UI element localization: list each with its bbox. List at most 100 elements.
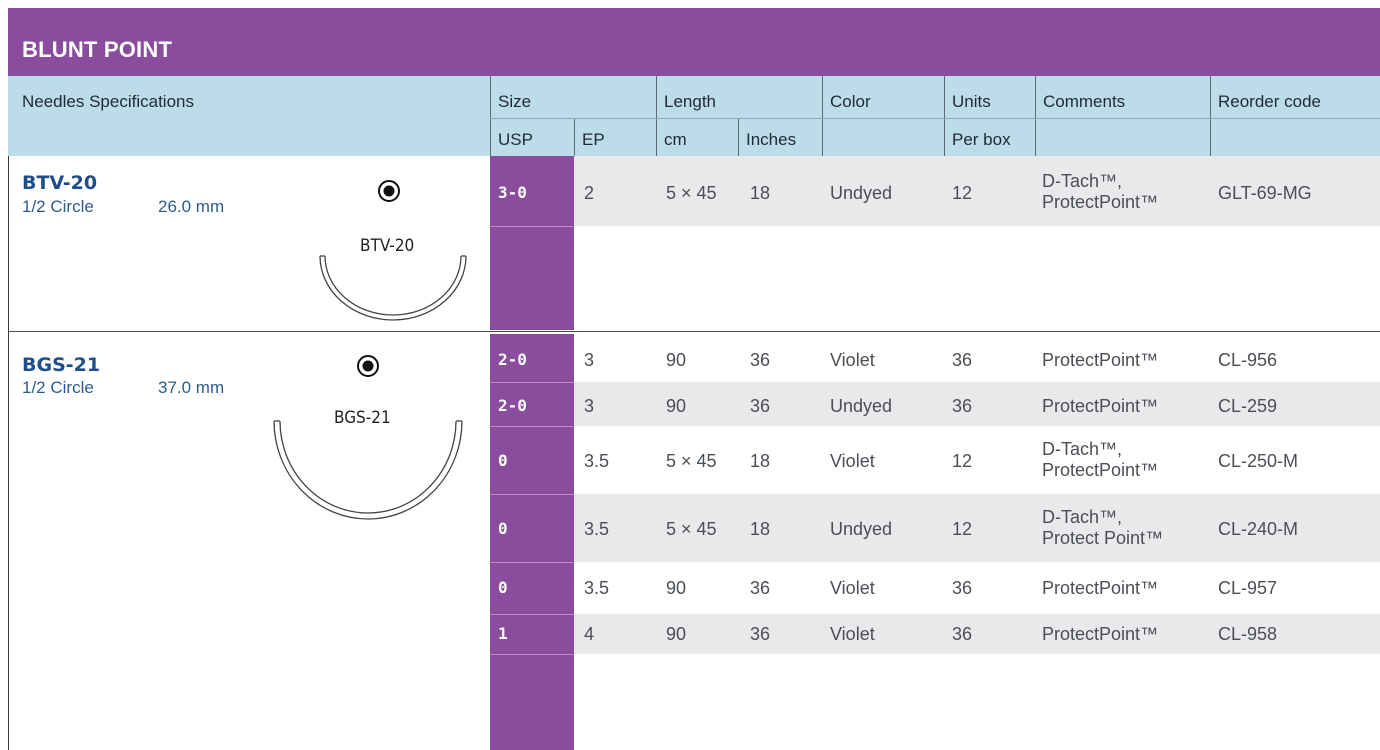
cell-cm: 5 × 45 [666,451,717,471]
cell-cm: 90 [666,578,687,598]
cell-comment: ProtectPoint™ [1042,578,1159,598]
header-inches: Inches [746,130,797,149]
cell-inches: 18 [750,519,771,539]
cell-inches: 18 [750,451,771,471]
cell-inches: 36 [750,350,771,370]
cell-cm: 90 [666,624,687,644]
cell-comment: D-Tach™, [1042,439,1123,459]
cell-ep: 3.5 [584,519,610,539]
cell-code: CL-240-M [1218,519,1299,539]
cell-units: 12 [952,519,973,539]
needle-size: 37.0 mm [158,378,225,397]
cross-section-icon [378,180,400,202]
cell-comment: ProtectPoint™ [1042,460,1159,480]
header-divider [656,76,657,156]
cell-units: 36 [952,624,973,644]
cell-ep: 3 [584,350,595,370]
cell-code: CL-957 [1218,578,1278,598]
page-title: BLUNT POINT [22,37,173,62]
cell-comment: ProtectPoint™ [1042,396,1159,416]
cell-code: GLT-69-MG [1218,183,1312,203]
header-needles: Needles Specifications [22,92,194,111]
needle-name: BTV-20 [22,172,98,194]
cell-units: 12 [952,183,973,203]
band-rule [490,426,574,427]
cell-color: Undyed [830,183,893,203]
cell-comment: D-Tach™, [1042,507,1123,527]
cell-units: 12 [952,451,973,471]
needle-name: BGS-21 [22,354,101,376]
header-divider [490,76,491,156]
header-divider [944,76,945,156]
header-subrule [490,118,1380,119]
cell-usp: 3-0 [498,183,527,202]
header-divider [574,118,575,156]
cell-units: 36 [952,578,973,598]
cell-usp: 2-0 [498,350,527,369]
needle-size: 26.0 mm [158,197,225,216]
cell-color: Undyed [830,519,893,539]
cell-code: CL-958 [1218,624,1278,644]
cell-ep: 3 [584,396,595,416]
cell-inches: 18 [750,183,771,203]
table-header [8,76,1380,156]
needle-shape: 1/2 Circle [22,197,94,216]
group-divider [8,331,1380,332]
cell-color: Violet [830,451,875,471]
cell-usp: 0 [498,451,508,470]
table-left-border [8,156,9,750]
cell-usp: 0 [498,519,508,538]
cell-cm: 5 × 45 [666,183,717,203]
header-reorder: Reorder code [1218,92,1322,111]
header-length: Length [664,92,716,111]
cell-color: Violet [830,578,875,598]
band-rule [490,382,574,383]
header-ep: EP [582,130,605,149]
header-divider [822,76,823,156]
cell-comment: Protect Point™ [1042,528,1164,548]
header-units: Units [952,92,991,111]
band-rule [490,226,574,227]
cell-cm: 90 [666,350,687,370]
cross-section-icon [357,355,379,377]
header-comments: Comments [1043,92,1126,111]
cell-comment: ProtectPoint™ [1042,350,1159,370]
header-cm: cm [664,130,687,149]
cell-color: Violet [830,624,875,644]
band-rule [490,494,574,495]
cell-ep: 3.5 [584,578,610,598]
header-size: Size [498,92,532,111]
header-usp: USP [498,130,533,149]
cell-code: CL-956 [1218,350,1278,370]
cell-code: CL-259 [1218,396,1278,416]
cell-usp: 2-0 [498,396,527,415]
cell-comment: ProtectPoint™ [1042,192,1159,212]
cell-comment: D-Tach™, [1042,171,1123,191]
cell-inches: 36 [750,624,771,644]
needle-curve-diagram [273,420,463,520]
header-color: Color [830,92,871,111]
cell-units: 36 [952,350,973,370]
cell-ep: 2 [584,183,595,203]
cell-usp: 1 [498,624,508,643]
cell-comment: ProtectPoint™ [1042,624,1159,644]
band-rule [490,562,574,563]
header-divider [1210,76,1211,156]
header-divider [1035,76,1036,156]
needle-curve-diagram [319,255,467,321]
header-per-box: Per box [952,130,1011,149]
cell-color: Violet [830,350,875,370]
cell-cm: 90 [666,396,687,416]
band-rule [490,654,574,655]
header-divider [738,118,739,156]
cell-color: Undyed [830,396,893,416]
cell-inches: 36 [750,578,771,598]
band-rule [490,614,574,615]
cell-usp: 0 [498,578,508,597]
cell-ep: 3.5 [584,451,610,471]
cell-code: CL-250-M [1218,451,1299,471]
cell-inches: 36 [750,396,771,416]
needle-shape: 1/2 Circle [22,378,94,397]
cell-ep: 4 [584,624,595,644]
cell-cm: 5 × 45 [666,519,717,539]
